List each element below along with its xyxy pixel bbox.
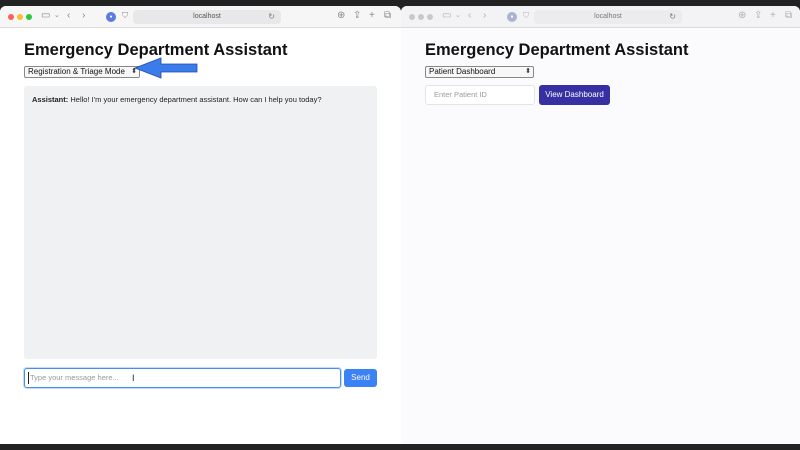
mode-select-value: Registration & Triage Mode <box>28 67 125 76</box>
zoom-window-button[interactable] <box>427 14 433 20</box>
tab-overview-icon[interactable]: ⧉ <box>785 10 792 22</box>
browser-toolbar: ▭ ⌄ ‹ › ● ⛉ localhost ↻ ⊕ ⇪ + ⧉ <box>0 6 401 28</box>
sidebar-icon[interactable]: ▭ <box>442 10 451 22</box>
browser-toolbar: ▭ ⌄ ‹ › ● ⛉ localhost ↻ ⊕ ⇪ + ⧉ <box>401 6 800 28</box>
back-icon[interactable]: ‹ <box>67 10 70 22</box>
message-input[interactable]: Type your message here... <box>24 368 341 388</box>
page-content: Emergency Department Assistant Registrat… <box>0 29 401 444</box>
address-bar[interactable]: localhost ↻ <box>133 10 281 24</box>
desktop: ▭ ⌄ ‹ › ● ⛉ localhost ↻ ⊕ ⇪ + ⧉ Emergenc… <box>0 0 800 450</box>
chat-message-text: Hello! I'm your emergency department ass… <box>70 95 322 104</box>
text-cursor <box>28 372 29 384</box>
minimize-window-button[interactable] <box>418 14 424 20</box>
chat-area: Assistant: Hello! I'm your emergency dep… <box>24 86 377 359</box>
view-select-value: Patient Dashboard <box>429 67 496 76</box>
new-tab-icon[interactable]: + <box>369 10 375 22</box>
reload-icon[interactable]: ↻ <box>669 10 676 24</box>
address-text: localhost <box>193 13 221 20</box>
address-bar[interactable]: localhost ↻ <box>534 10 682 24</box>
extension-icon[interactable]: ● <box>507 12 517 22</box>
forward-icon[interactable]: › <box>82 10 85 22</box>
send-button[interactable]: Send <box>344 369 377 387</box>
select-caret-icon: ⬍ <box>525 68 531 75</box>
chat-message: Assistant: Hello! I'm your emergency dep… <box>32 94 369 105</box>
back-icon[interactable]: ‹ <box>468 10 471 22</box>
reload-icon[interactable]: ↻ <box>268 10 275 24</box>
tab-overview-icon[interactable]: ⧉ <box>384 10 391 22</box>
shield-icon[interactable]: ⛉ <box>523 10 529 22</box>
shield-icon[interactable]: ⛉ <box>122 10 128 22</box>
new-tab-icon[interactable]: + <box>770 10 776 22</box>
sidebar-icon[interactable]: ▭ <box>41 10 50 22</box>
address-text: localhost <box>594 13 622 20</box>
annotation-arrow-icon <box>133 57 198 79</box>
share-icon[interactable]: ⇪ <box>353 10 361 22</box>
close-window-button[interactable] <box>8 14 14 20</box>
view-dashboard-button[interactable]: View Dashboard <box>539 85 610 105</box>
chevron-down-icon[interactable]: ⌄ <box>54 10 60 22</box>
ibeam-cursor-icon: I <box>132 373 135 383</box>
forward-icon[interactable]: › <box>483 10 486 22</box>
view-select[interactable]: Patient Dashboard ⬍ <box>425 66 534 78</box>
browser-window-left: ▭ ⌄ ‹ › ● ⛉ localhost ↻ ⊕ ⇪ + ⧉ Emergenc… <box>0 6 401 444</box>
page-content: Emergency Department Assistant Patient D… <box>401 29 800 444</box>
zoom-window-button[interactable] <box>26 14 32 20</box>
page-title: Emergency Department Assistant <box>425 41 689 59</box>
minimize-window-button[interactable] <box>17 14 23 20</box>
patient-id-input[interactable]: Enter Patient ID <box>425 85 535 105</box>
share-icon[interactable]: ⇪ <box>754 10 762 22</box>
close-window-button[interactable] <box>409 14 415 20</box>
browser-window-right: ▭ ⌄ ‹ › ● ⛉ localhost ↻ ⊕ ⇪ + ⧉ Emergenc… <box>401 6 800 444</box>
mode-select[interactable]: Registration & Triage Mode ⬍ <box>24 66 140 78</box>
download-icon[interactable]: ⊕ <box>738 10 746 22</box>
chevron-down-icon[interactable]: ⌄ <box>455 10 461 22</box>
chat-speaker: Assistant: <box>32 95 69 104</box>
extension-icon[interactable]: ● <box>106 12 116 22</box>
download-icon[interactable]: ⊕ <box>337 10 345 22</box>
